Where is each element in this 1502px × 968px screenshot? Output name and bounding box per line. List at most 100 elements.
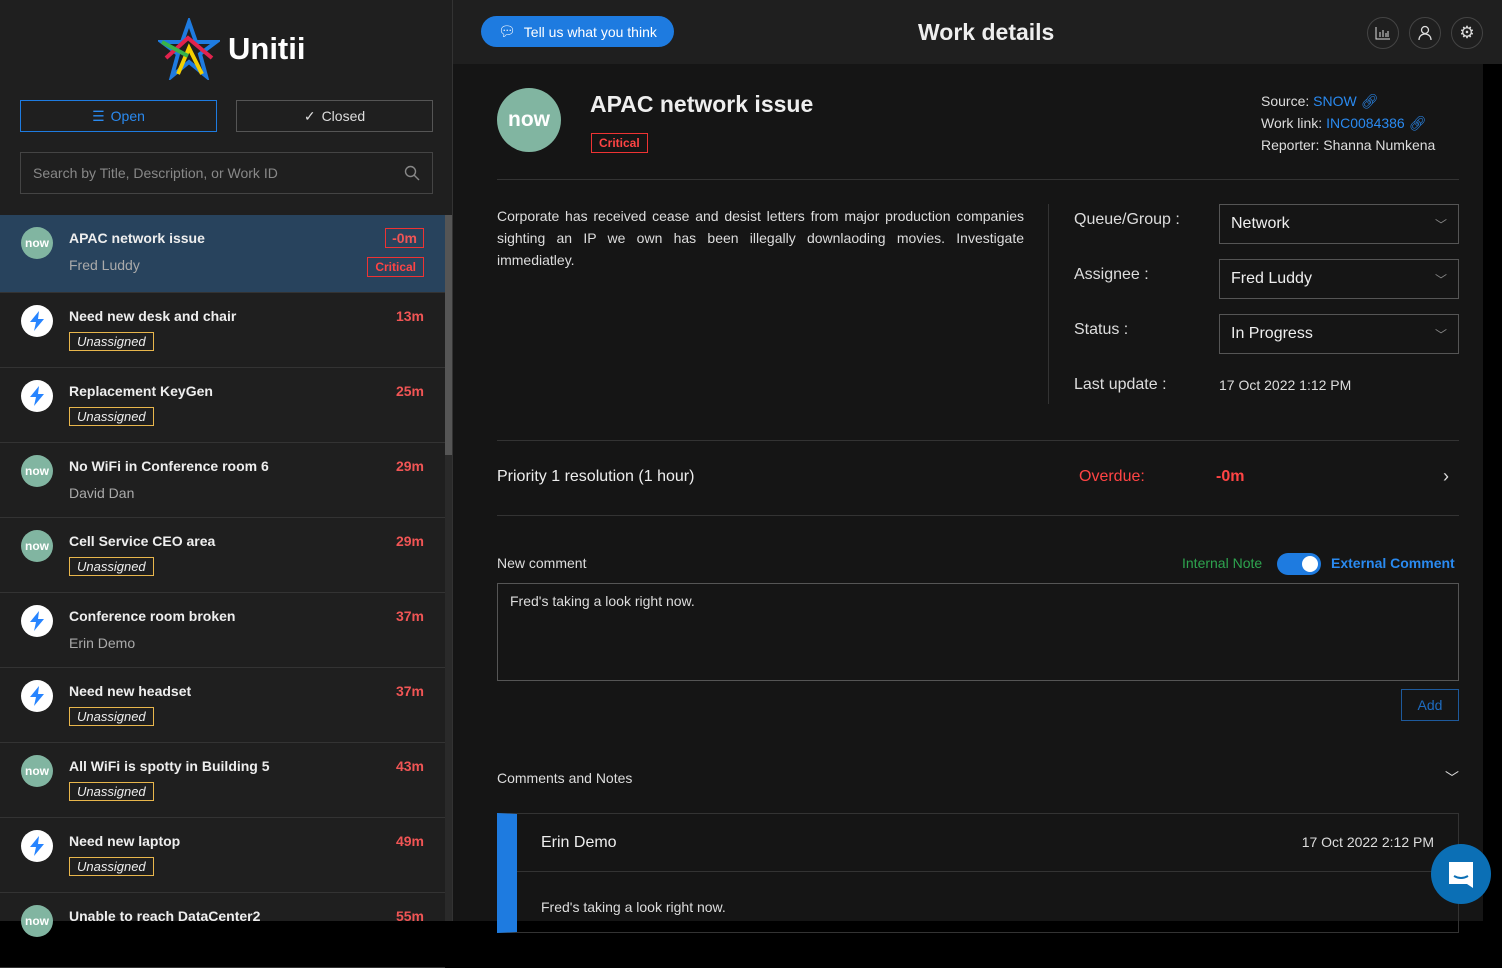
unassigned-badge: Unassigned <box>69 557 154 576</box>
list-item[interactable]: Replacement KeyGen Unassigned 25m <box>0 368 445 443</box>
divider <box>517 871 1458 872</box>
list-item[interactable]: Need new laptop Unassigned 49m <box>0 818 445 893</box>
work-link-label: Work link: <box>1261 115 1323 131</box>
comments-section-header[interactable]: Comments and Notes ﹀ <box>497 770 1459 790</box>
closed-label: Closed <box>321 108 366 124</box>
item-age: 49m <box>395 833 424 849</box>
settings-button[interactable]: ⚙ <box>1451 17 1483 49</box>
list-item[interactable]: now Cell Service CEO area Unassigned 29m <box>0 518 445 593</box>
scrollbar-thumb[interactable] <box>445 215 452 455</box>
logo-text: Unitii <box>228 31 306 66</box>
priority-badge: Critical <box>367 257 424 277</box>
link-icon: 🔗︎ <box>1408 115 1427 131</box>
source-avatar: now <box>497 88 561 152</box>
gear-icon: ⚙ <box>1459 23 1475 42</box>
comment-type-toggle[interactable] <box>1277 553 1321 575</box>
external-comment-label: External Comment <box>1331 555 1455 571</box>
assignee-label: Assignee <box>1074 266 1140 283</box>
item-age: -0m <box>385 228 424 248</box>
item-title: Unable to reach DataCenter2 <box>69 908 261 924</box>
page-title: Work details <box>918 19 1055 45</box>
divider <box>1048 204 1049 404</box>
divider <box>497 440 1459 441</box>
open-filter-button[interactable]: ☰ Open <box>20 100 217 132</box>
scrollbar[interactable] <box>445 215 452 921</box>
comments-title: Comments and Notes <box>497 770 633 786</box>
divider <box>497 179 1459 180</box>
item-age: 37m <box>395 608 424 624</box>
add-comment-button[interactable]: Add <box>1401 689 1459 721</box>
link-icon: 🔗︎ <box>1360 93 1379 109</box>
overdue-label: Overdue: <box>1079 468 1145 485</box>
status-label: Status <box>1074 321 1120 338</box>
assignee-select[interactable]: Fred Luddy ﹀ <box>1219 259 1459 299</box>
internal-note-label: Internal Note <box>1182 555 1263 571</box>
servicenow-avatar: now <box>21 905 53 937</box>
comment-text: Fred's taking a look right now. <box>541 899 726 915</box>
feedback-label: Tell us what you think <box>523 23 657 40</box>
list-item[interactable]: now All WiFi is spotty in Building 5 Unass… <box>0 743 445 818</box>
assignee-value: Fred Luddy <box>1231 270 1312 287</box>
sla-row[interactable]: Priority 1 resolution (1 hour) Overdue: … <box>497 466 1459 496</box>
chevron-down-icon: ﹀ <box>1445 770 1459 786</box>
comment-textarea[interactable]: Fred's taking a look right now. <box>497 583 1459 681</box>
assignee-name: Fred Luddy <box>69 257 140 273</box>
source-link[interactable]: SNOW <box>1313 93 1357 109</box>
unassigned-badge: Unassigned <box>69 332 154 351</box>
last-update-label: Last update <box>1074 376 1158 393</box>
bar-chart-icon <box>1375 27 1390 40</box>
item-title: Conference room broken <box>69 608 236 624</box>
sla-title: Priority 1 resolution (1 hour) <box>497 468 695 485</box>
search-input[interactable]: Search by Title, Description, or Work ID <box>20 152 433 194</box>
servicenow-avatar: now <box>21 755 53 787</box>
unitii-logo-icon <box>158 18 220 80</box>
analytics-button[interactable] <box>1367 17 1399 49</box>
item-title: Need new laptop <box>69 833 181 849</box>
work-link[interactable]: INC0084386 <box>1326 115 1405 131</box>
item-age: 13m <box>395 308 424 324</box>
closed-filter-button[interactable]: ✓ Closed <box>236 100 433 132</box>
list-item[interactable]: Need new headset Unassigned 37m <box>0 668 445 743</box>
unassigned-badge: Unassigned <box>69 407 154 426</box>
item-age: 37m <box>395 683 424 699</box>
assignee-name: David Dan <box>69 485 135 501</box>
queue-select[interactable]: Network ﹀ <box>1219 204 1459 244</box>
list-item[interactable]: Need new desk and chair Unassigned 13m <box>0 293 445 368</box>
list-item[interactable]: Conference room broken Erin Demo 37m <box>0 593 445 668</box>
comment-date: 17 Oct 2022 2:12 PM <box>1301 834 1434 850</box>
work-list: now APAC network issue Fred Luddy -0m Critic… <box>0 215 445 968</box>
toggle-knob <box>1302 556 1318 572</box>
sidebar: Unitii ☰ Open ✓ Closed Search by Title, De… <box>0 0 453 968</box>
item-title: Replacement KeyGen <box>69 383 213 399</box>
top-bar: 💬︎ Tell us what you think Work details ⚙ <box>453 0 1502 64</box>
overdue-value: -0m <box>1216 468 1245 485</box>
work-title: APAC network issue <box>590 91 814 117</box>
status-value: In Progress <box>1231 325 1313 342</box>
item-title: Need new headset <box>69 683 192 699</box>
feedback-button[interactable]: 💬︎ Tell us what you think <box>481 16 674 47</box>
user-icon <box>1418 25 1432 41</box>
list-item[interactable]: now Unable to reach DataCenter2 55m <box>0 893 445 968</box>
queue-value: Network <box>1231 215 1290 232</box>
chevron-right-icon: › <box>1443 466 1449 486</box>
item-title: Cell Service CEO area <box>69 533 216 549</box>
search-placeholder: Search by Title, Description, or Work ID <box>33 165 278 181</box>
profile-button[interactable] <box>1409 17 1441 49</box>
item-age: 55m <box>395 908 424 924</box>
reporter-value: Shanna Numkena <box>1323 137 1436 153</box>
queue-label: Queue/Group <box>1074 211 1171 228</box>
comment-card: Erin Demo 17 Oct 2022 2:12 PM Fred's tak… <box>497 813 1459 933</box>
support-chat-button[interactable] <box>1431 844 1491 904</box>
chevron-down-icon: ﹀ <box>1434 272 1447 287</box>
item-title: APAC network issue <box>69 230 205 246</box>
list-item[interactable]: now APAC network issue Fred Luddy -0m Critic… <box>0 215 445 293</box>
source-label: Source: <box>1261 93 1310 109</box>
last-update-value: 17 Oct 2022 1:12 PM <box>1219 377 1352 393</box>
work-details: now APAC network issue Critical Source: … <box>453 64 1483 933</box>
status-select[interactable]: In Progress ﹀ <box>1219 314 1459 354</box>
list-item[interactable]: now No WiFi in Conference room 6 David Dan… <box>0 443 445 518</box>
jira-avatar <box>21 830 53 862</box>
logo: Unitii <box>158 18 306 80</box>
jira-avatar <box>21 380 53 412</box>
assignee-name: Erin Demo <box>69 635 136 651</box>
